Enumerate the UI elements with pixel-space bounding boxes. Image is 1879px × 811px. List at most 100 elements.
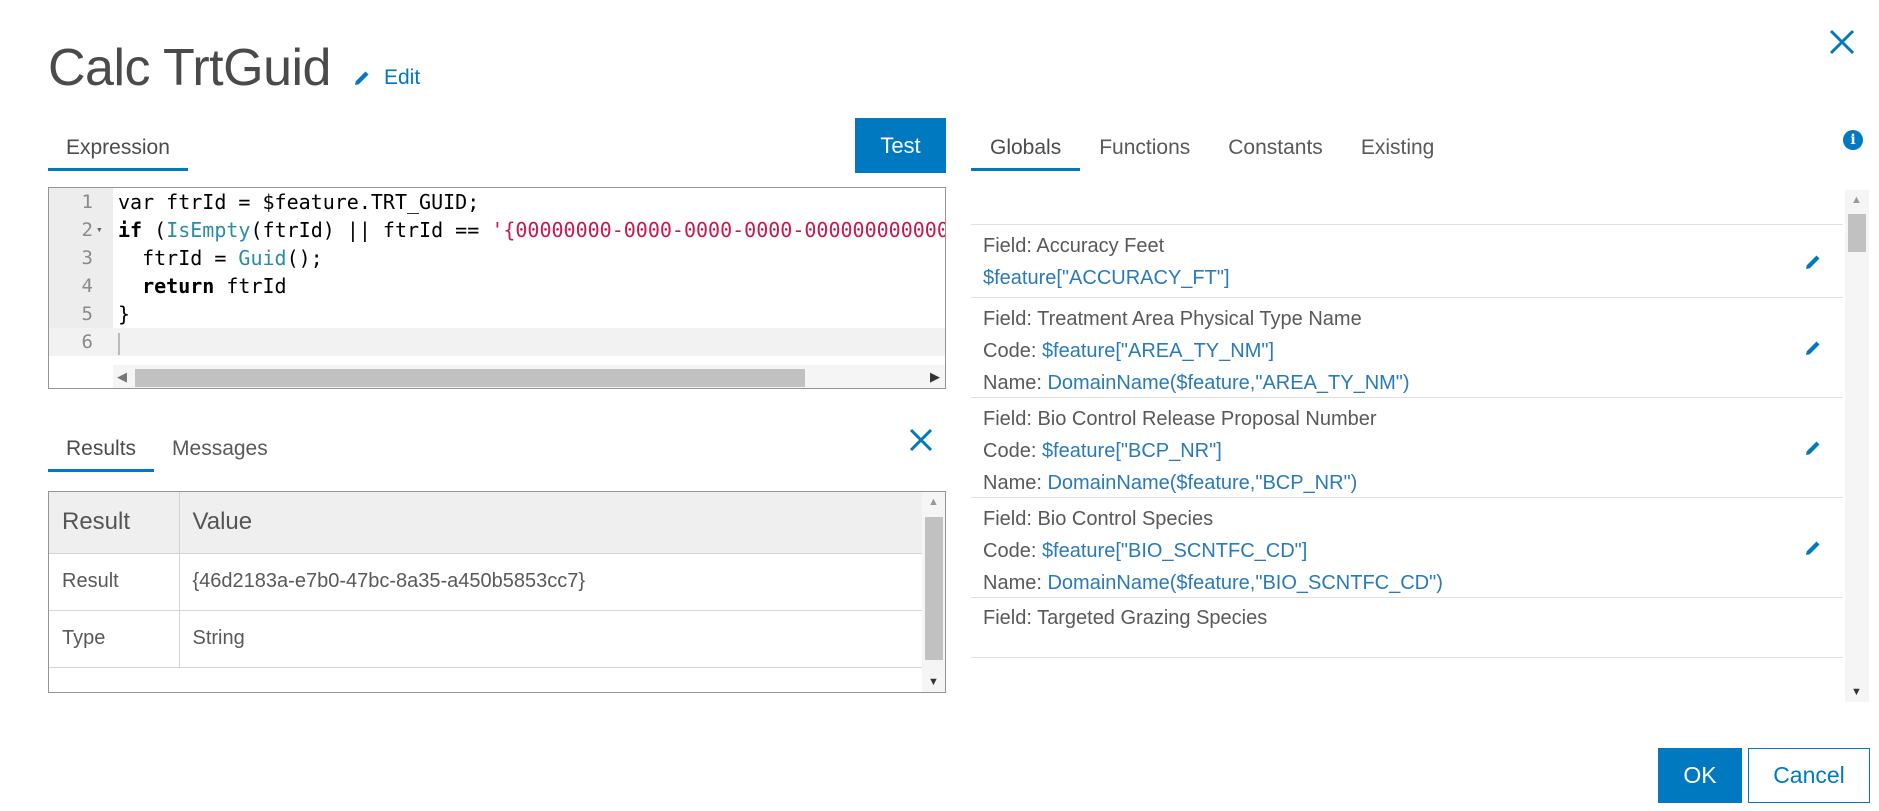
tab-existing[interactable]: Existing <box>1342 124 1454 171</box>
scroll-thumb[interactable] <box>1848 214 1866 252</box>
column-header-value: Value <box>179 492 922 554</box>
code-token: Guid <box>238 246 287 270</box>
code-line[interactable]: 2 ▾ if (IsEmpty(ftrId) || ftrId == '{00000… <box>49 216 946 244</box>
code-token: ( <box>142 218 167 242</box>
code-line[interactable]: 6 <box>49 328 945 356</box>
close-results-icon[interactable] <box>907 426 935 454</box>
line-number: 1 <box>81 191 93 213</box>
list-item[interactable]: Field: Targeted Grazing Species <box>971 598 1843 658</box>
expression-prefix: Code: <box>983 440 1042 462</box>
code-text: ftrId = Guid(); <box>118 244 323 272</box>
line-number: 6 <box>81 331 93 353</box>
field-expression-line: Name: DomainName($feature,"AREA_TY_NM") <box>983 367 1843 399</box>
code-token: '{00000000-0000-0000-0000-000000000000}' <box>491 218 946 242</box>
insert-expression-link[interactable]: $feature["BIO_SCNTFC_CD"] <box>1042 540 1307 562</box>
tab-expression[interactable]: Expression <box>48 124 188 171</box>
row-label: Type <box>49 610 180 668</box>
code-text <box>118 328 120 356</box>
insert-expression-link[interactable]: DomainName($feature,"BCP_NR") <box>1047 472 1357 494</box>
info-icon[interactable]: i <box>1843 130 1863 150</box>
code-text: var ftrId = $feature.TRT_GUID; <box>118 188 479 216</box>
tab-constants[interactable]: Constants <box>1209 124 1342 171</box>
scroll-down-icon[interactable]: ▼ <box>1851 686 1862 698</box>
insert-expression-link[interactable]: $feature["ACCURACY_FT"] <box>983 267 1230 289</box>
insert-expression-link[interactable]: DomainName($feature,"AREA_TY_NM") <box>1047 372 1409 394</box>
cancel-button[interactable]: Cancel <box>1748 748 1870 803</box>
code-token: return <box>142 274 215 298</box>
scroll-up-icon[interactable]: ▲ <box>928 496 939 508</box>
scroll-left-icon[interactable]: ◀ <box>117 369 127 385</box>
code-token: IsEmpty <box>166 218 251 242</box>
list-item[interactable]: Field: Accuracy Feet $feature["ACCURACY_F… <box>971 225 1843 298</box>
code-line[interactable]: 5} <box>49 300 945 328</box>
field-expression-line: Code: $feature["AREA_TY_NM"] <box>983 335 1843 367</box>
field-expression-line: Code: $feature["BIO_SCNTFC_CD"] <box>983 535 1843 567</box>
row-label: Result <box>49 553 180 611</box>
results-vertical-scrollbar[interactable]: ▲ ▼ <box>922 492 945 692</box>
code-token: if <box>118 218 143 242</box>
row-value: String <box>179 610 922 668</box>
code-text: if (IsEmpty(ftrId) || ftrId == '{0000000… <box>118 216 946 244</box>
side-panel-tabs: Globals Functions Constants Existing <box>971 124 1453 171</box>
code-text: return ftrId <box>118 272 287 300</box>
field-expression-line: Name: DomainName($feature,"BCP_NR") <box>983 467 1843 499</box>
tab-globals[interactable]: Globals <box>971 124 1081 171</box>
code-line[interactable]: 1 var ftrId = $feature.TRT_GUID; <box>49 188 945 216</box>
insert-expression-link[interactable]: $feature["AREA_TY_NM"] <box>1042 340 1274 362</box>
scroll-up-icon[interactable]: ▲ <box>1851 194 1862 206</box>
row-value: {46d2183a-e7b0-47bc-8a35-a450b5853cc7} <box>179 553 922 611</box>
code-line[interactable]: 4 return ftrId <box>49 272 945 300</box>
table-row: Result {46d2183a-e7b0-47bc-8a35-a450b585… <box>49 553 922 611</box>
scroll-down-icon[interactable]: ▼ <box>928 676 939 688</box>
expression-prefix: Name: <box>983 372 1048 394</box>
list-item[interactable]: Field: Bio Control Release Proposal Numb… <box>971 398 1843 498</box>
test-button[interactable]: Test <box>855 118 946 173</box>
globals-vertical-scrollbar[interactable]: ▲ ▼ <box>1845 190 1869 702</box>
tab-results[interactable]: Results <box>48 425 155 472</box>
code-token: ftrId = <box>118 246 239 270</box>
field-label: Field: Targeted Grazing Species <box>983 607 1268 629</box>
globals-list: Field: Accuracy Feet $feature["ACCURACY_F… <box>971 188 1843 703</box>
table-row: Type String <box>49 610 922 668</box>
close-dialog-icon[interactable] <box>1826 26 1858 58</box>
line-number: 2 <box>81 219 93 241</box>
edit-title-link[interactable]: Edit <box>352 66 420 90</box>
expression-prefix: Code: <box>983 340 1042 362</box>
field-label: Field: Bio Control Release Proposal Numb… <box>983 408 1377 430</box>
tab-functions[interactable]: Functions <box>1080 124 1209 171</box>
list-item[interactable]: Field: Bio Control Species Code: $feature… <box>971 498 1843 598</box>
list-item[interactable]: Field: Treatment Area Physical Type Name… <box>971 298 1843 398</box>
insert-expression-link[interactable]: DomainName($feature,"BIO_SCNTFC_CD") <box>1047 572 1442 594</box>
pencil-icon[interactable] <box>1803 438 1823 458</box>
code-line[interactable]: 3 ftrId = Guid(); <box>49 244 945 272</box>
ok-button[interactable]: OK <box>1658 748 1742 803</box>
expression-tabs: Expression <box>48 124 188 171</box>
editor-horizontal-scrollbar[interactable]: ◀ ▶ <box>113 365 945 388</box>
field-expression-line: Name: DomainName($feature,"BIO_SCNTFC_CD… <box>983 567 1843 599</box>
scroll-right-icon[interactable]: ▶ <box>930 369 940 385</box>
results-tabs: Results Messages <box>48 425 286 472</box>
tab-messages[interactable]: Messages <box>154 425 286 472</box>
pencil-icon[interactable] <box>1803 538 1823 558</box>
scroll-thumb[interactable] <box>135 369 805 387</box>
scroll-thumb[interactable] <box>925 517 943 660</box>
pencil-icon[interactable] <box>1803 252 1823 272</box>
results-table: Result Value Result {46d2183a-e7b0-47bc-… <box>49 492 922 668</box>
code-token: ftrId <box>214 274 287 298</box>
dialog-title: Calc TrtGuid <box>48 39 331 97</box>
field-label: Field: Bio Control Species <box>983 508 1214 530</box>
insert-expression-link[interactable]: $feature["BCP_NR"] <box>1042 440 1222 462</box>
text-cursor <box>118 332 120 355</box>
code-editor[interactable]: 1 var ftrId = $feature.TRT_GUID; 2 ▾ if (IsE… <box>48 187 946 389</box>
code-token: (); <box>286 246 323 270</box>
expression-prefix: Code: <box>983 540 1042 562</box>
line-number: 3 <box>81 247 93 269</box>
pencil-icon <box>355 71 369 85</box>
fold-toggle-icon[interactable]: ▾ <box>96 216 103 244</box>
table-header-row: Result Value <box>49 492 922 554</box>
line-number: 5 <box>81 303 93 325</box>
pencil-icon[interactable] <box>1803 338 1823 358</box>
code-token: var ftrId = $feature.TRT_GUID; <box>118 190 480 214</box>
field-label: Field: Accuracy Feet <box>983 235 1165 257</box>
